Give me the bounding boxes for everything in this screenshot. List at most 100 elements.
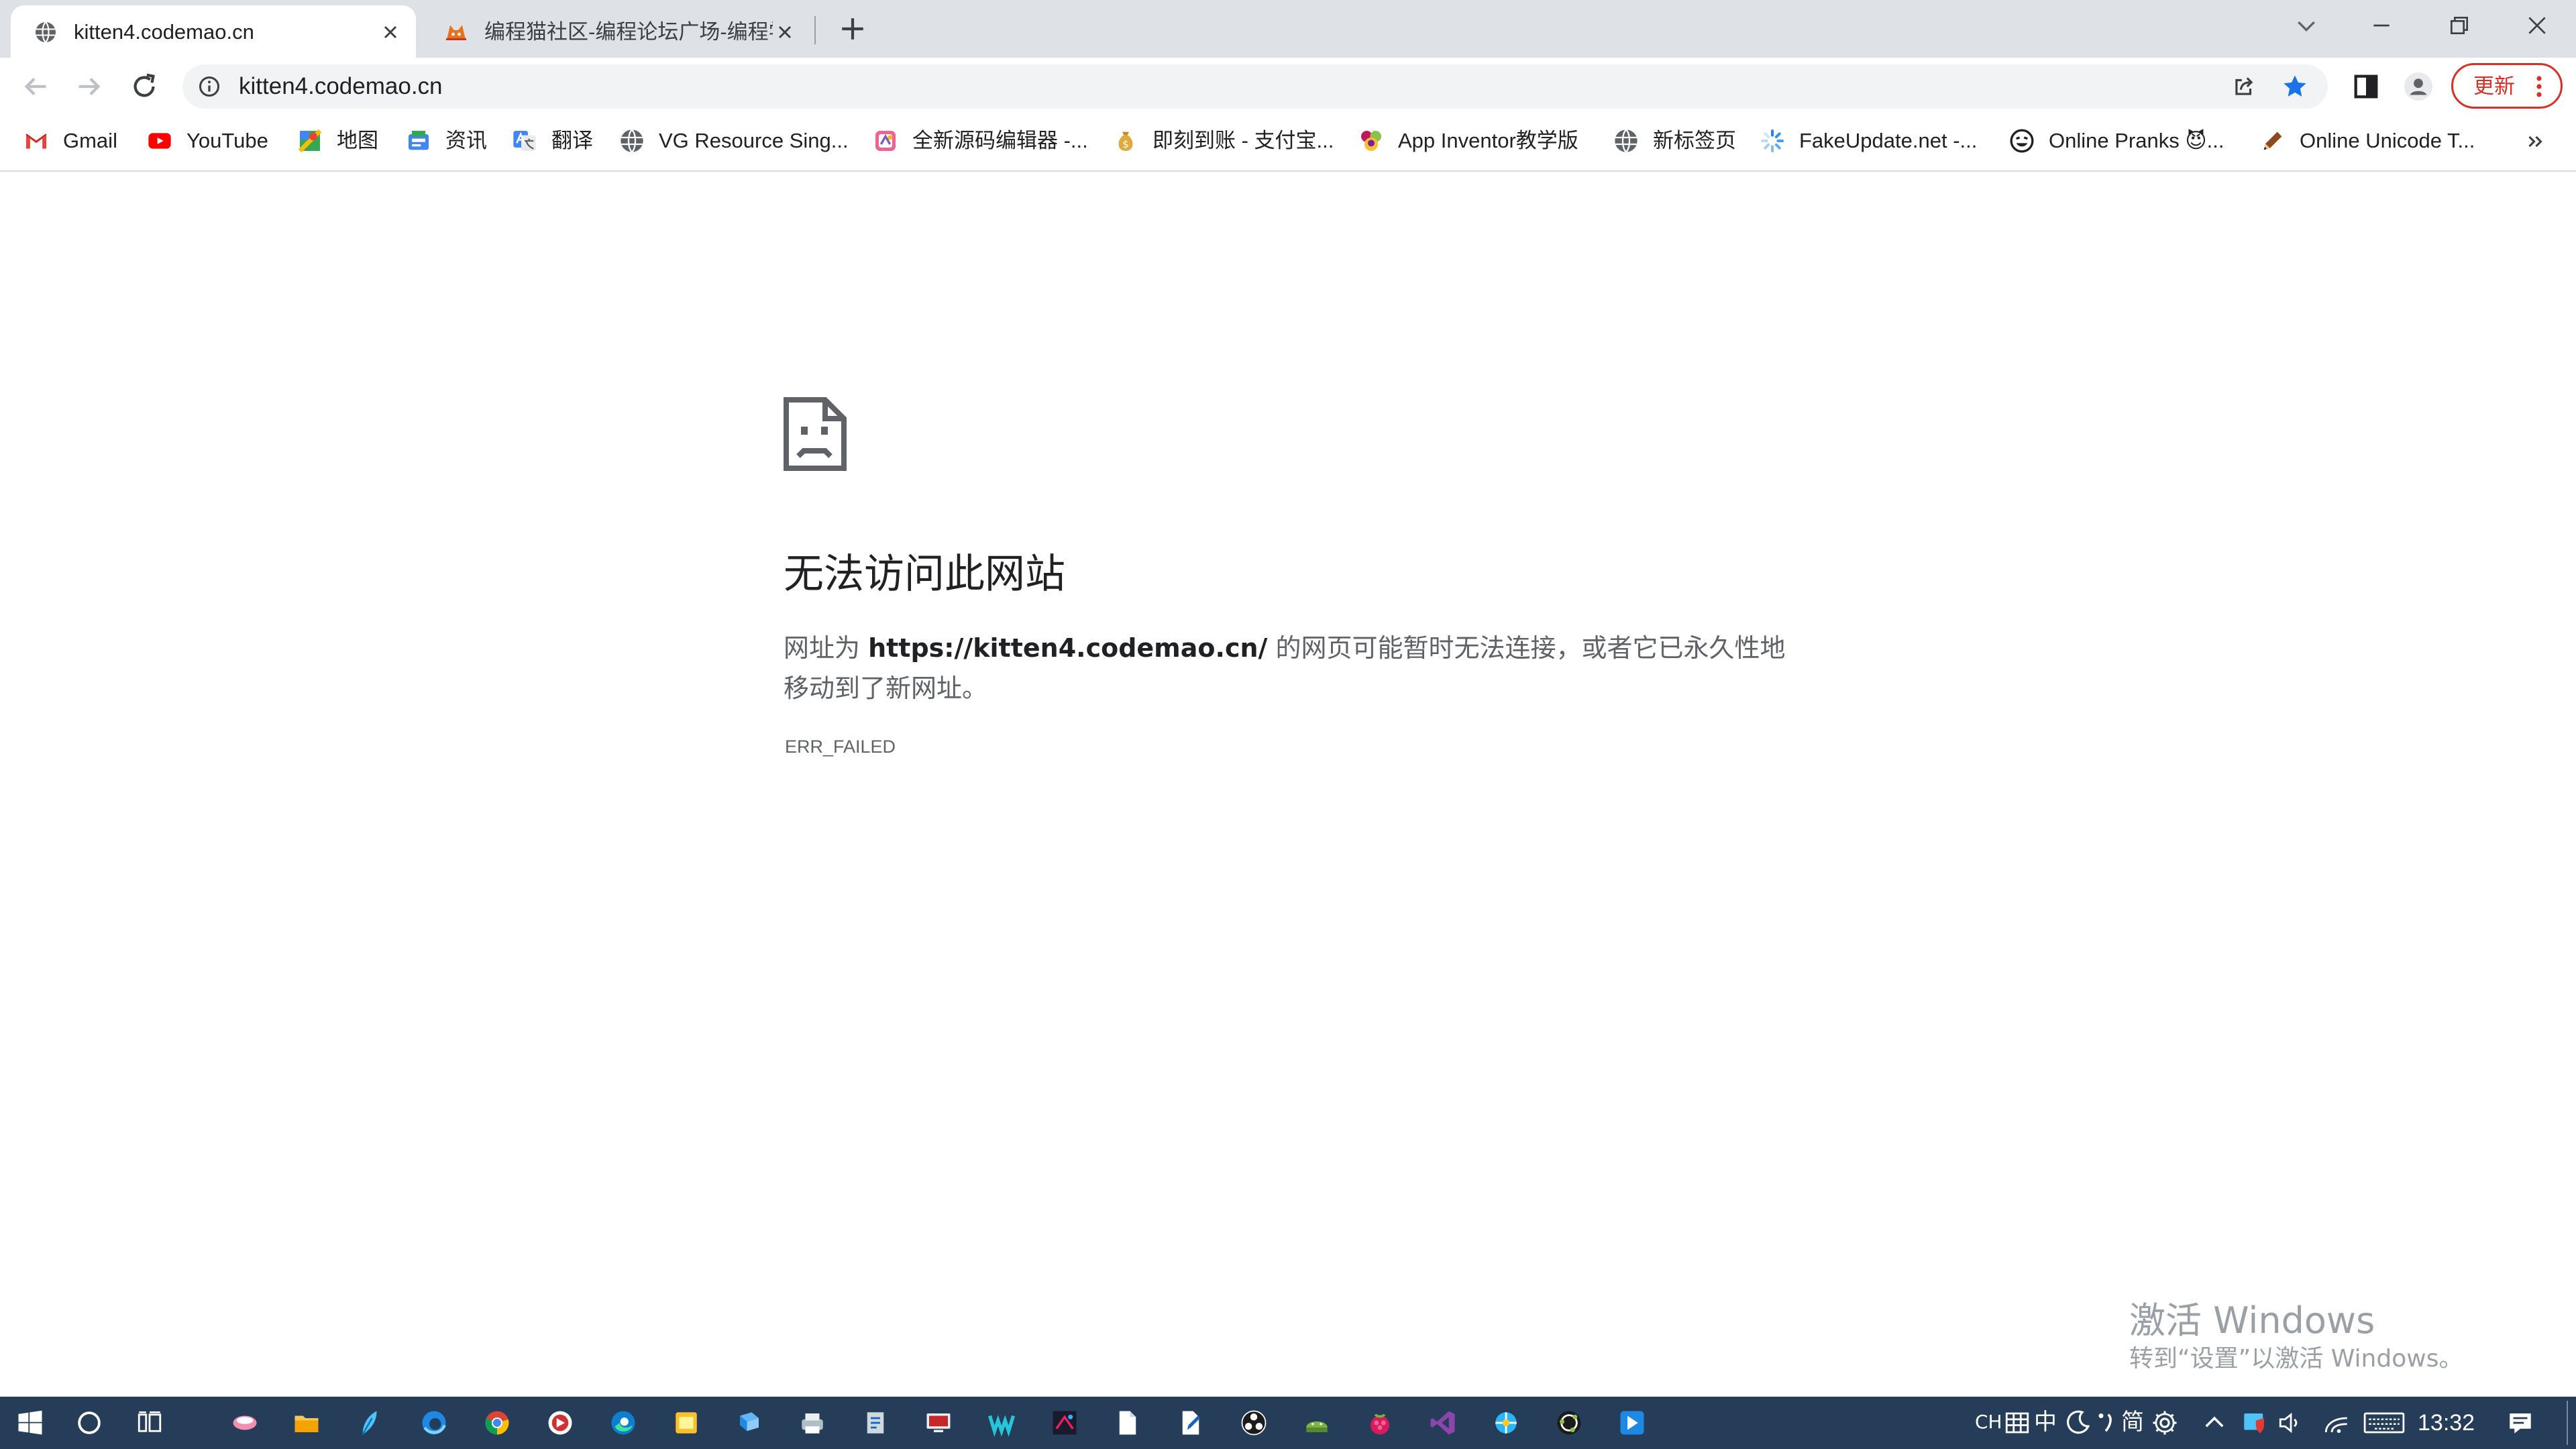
sticky-notes-icon[interactable] [672, 1409, 700, 1437]
network-app-icon[interactable] [1492, 1409, 1520, 1437]
obs-icon[interactable] [1240, 1409, 1268, 1437]
side-panel-icon[interactable] [2351, 71, 2381, 102]
svg-text:$: $ [1122, 138, 1129, 150]
tab-separator [814, 16, 816, 44]
maps-icon [298, 129, 322, 153]
minimize-button[interactable] [2368, 12, 2395, 39]
geogebra-icon[interactable] [1555, 1409, 1583, 1437]
show-desktop-divider[interactable] [2567, 1401, 2568, 1445]
restore-button[interactable] [2446, 12, 2473, 39]
loading-spinner-icon [1761, 129, 1784, 152]
printer-icon[interactable] [798, 1409, 826, 1437]
settings-gear-icon[interactable] [2151, 1409, 2179, 1437]
defender-shield-icon[interactable] [2241, 1409, 2269, 1437]
bookmark-new-tab-page[interactable]: 新标签页 [1613, 126, 1736, 156]
ime-width[interactable]: 简 [2121, 1407, 2144, 1437]
edge-icon[interactable] [609, 1409, 637, 1437]
error-code: ERR_FAILED [785, 737, 896, 757]
bookmark-vg-resource[interactable]: VG Resource Sing... [619, 126, 849, 156]
address-bar[interactable]: kitten4.codemao.cn [182, 64, 2328, 109]
bookmark-translate[interactable]: 翻译 [511, 126, 593, 156]
keyboard-icon[interactable] [2360, 1409, 2408, 1437]
input-language[interactable]: CH [1975, 1407, 2002, 1437]
volume-icon[interactable] [2277, 1409, 2305, 1437]
bookmark-codemao-editor[interactable]: 全新源码编辑器 -... [872, 126, 1088, 156]
url-text[interactable]: kitten4.codemao.cn [239, 72, 443, 101]
app-inventor-icon [1361, 131, 1381, 151]
watermark-subtitle: 转到“设置”以激活 Windows。 [2129, 1345, 2463, 1373]
error-description-prefix: 网址为 [784, 633, 869, 663]
clock[interactable]: 13:32 [2418, 1409, 2475, 1437]
gmail-icon [25, 133, 47, 149]
update-button[interactable]: 更新 [2451, 63, 2563, 109]
ime-grid-icon[interactable] [2003, 1409, 2031, 1437]
bookmark-star-icon[interactable] [2281, 72, 2309, 101]
ime-mode[interactable]: 中 [2034, 1407, 2057, 1437]
visual-studio-icon[interactable] [1429, 1409, 1457, 1437]
tab-title: kitten4.codemao.cn [74, 20, 254, 44]
edit-document-icon[interactable] [1177, 1409, 1205, 1437]
notification-icon[interactable] [2506, 1409, 2534, 1437]
bookmark-fakeupdate[interactable]: FakeUpdate.net -... [1759, 126, 1977, 156]
bookmark-gmail[interactable]: Gmail [23, 126, 117, 156]
wifi-icon[interactable] [2322, 1409, 2351, 1437]
task-view-icon[interactable] [136, 1409, 164, 1437]
tab-codemao-community[interactable]: 编程猫社区-编程论坛广场-编程学 [421, 5, 810, 58]
search-circle-icon[interactable] [75, 1409, 103, 1437]
globe-icon [621, 129, 643, 153]
money-bag-icon: $ [1118, 131, 1133, 151]
youtube-icon [148, 133, 171, 149]
windows-start-icon[interactable] [16, 1409, 44, 1437]
bookmark-online-pranks[interactable]: Online Pranks 😈... [2008, 126, 2224, 156]
edge-beta-icon[interactable] [420, 1409, 448, 1437]
terminal-app-icon[interactable] [1051, 1409, 1079, 1437]
back-button[interactable] [20, 71, 51, 102]
feather-app-icon[interactable] [356, 1409, 384, 1437]
watermark-title: 激活 Windows [2129, 1299, 2375, 1342]
remote-desktop-icon[interactable] [924, 1409, 953, 1437]
profile-avatar[interactable] [2403, 71, 2434, 102]
app-record-icon[interactable] [546, 1409, 574, 1437]
globe-icon [36, 21, 56, 43]
blank-document-icon[interactable] [1114, 1409, 1142, 1437]
file-explorer-icon[interactable] [292, 1409, 321, 1437]
pencil-icon [2263, 131, 2282, 150]
tab-strip: kitten4.codemao.cn 编程猫社区-编程论坛广场-编程学 [0, 0, 2576, 58]
new-tab-button[interactable] [839, 15, 867, 43]
info-icon[interactable] [197, 74, 221, 99]
more-bookmarks-icon[interactable] [2524, 130, 2546, 153]
activation-watermark: 激活 Windows 转到“设置”以激活 Windows。 [2129, 1299, 2463, 1375]
document-app-icon[interactable] [861, 1409, 890, 1437]
prank-face-icon [2010, 129, 2034, 153]
wps-icon[interactable] [987, 1409, 1016, 1437]
reload-button[interactable] [129, 71, 160, 102]
ime-moon-icon[interactable] [2063, 1409, 2092, 1437]
bookmark-online-unicode[interactable]: Online Unicode T... [2259, 126, 2475, 156]
chrome-icon[interactable] [483, 1409, 511, 1437]
paint-app-icon[interactable] [1618, 1409, 1646, 1437]
app-pill-icon[interactable] [231, 1409, 259, 1437]
bookmark-alipay[interactable]: $ 即刻到账 - 支付宝... [1112, 126, 1334, 156]
bookmark-maps[interactable]: 地图 [297, 126, 378, 156]
chevron-up-icon[interactable] [2200, 1409, 2229, 1437]
sad-document-icon [784, 397, 847, 471]
bookmark-news[interactable]: 资讯 [405, 126, 487, 156]
ime-punctuation-icon[interactable] [2092, 1409, 2120, 1437]
news-icon [409, 131, 429, 150]
tab-kitten4[interactable]: kitten4.codemao.cn [11, 5, 416, 58]
error-title: 无法访问此网站 [784, 551, 1065, 598]
toolbar: kitten4.codemao.cn 更新 [0, 58, 2576, 115]
tab-search-icon[interactable] [2293, 12, 2320, 39]
bookmark-app-inventor[interactable]: App Inventor教学版 [1358, 126, 1578, 156]
close-icon[interactable] [380, 21, 401, 43]
close-icon[interactable] [774, 21, 796, 43]
raspberry-icon[interactable] [1366, 1409, 1394, 1437]
bookmark-youtube[interactable]: YouTube [146, 126, 268, 156]
share-icon[interactable] [2231, 74, 2257, 99]
android-app-icon[interactable] [1303, 1409, 1331, 1437]
menu-dots-icon [2536, 76, 2542, 97]
forward-button[interactable] [74, 71, 105, 102]
close-window-button[interactable] [2524, 12, 2551, 39]
taskbar: CH 中 简 13:32 [0, 1397, 2576, 1449]
install-app-icon[interactable] [735, 1409, 763, 1437]
